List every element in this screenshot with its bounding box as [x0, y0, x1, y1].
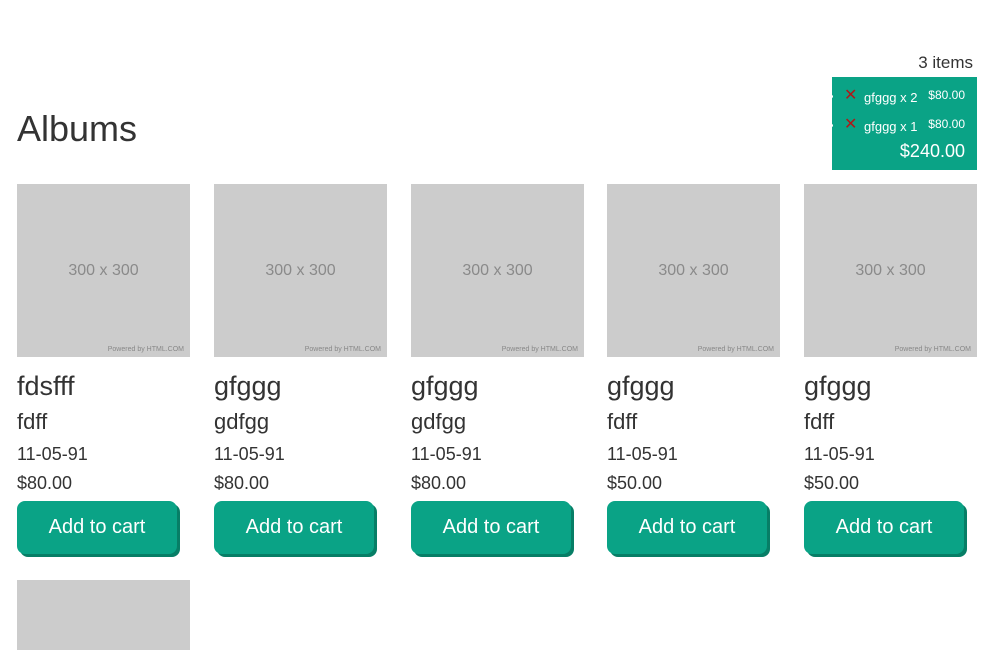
- album-price: $50.00: [804, 473, 860, 493]
- placeholder-credit: Powered by HTML.COM: [697, 346, 774, 353]
- album-card: 300 x 300 Powered by HTML.COM gfggg fdff…: [607, 184, 780, 554]
- album-cover-placeholder[interactable]: 300 x 300 Powered by HTML.COM: [804, 184, 977, 357]
- bullet-icon: [830, 124, 833, 127]
- album-cover-placeholder[interactable]: 300 x 300 Powered by HTML.COM: [214, 184, 387, 357]
- add-to-cart-button[interactable]: Add to cart: [411, 501, 571, 554]
- remove-item-icon[interactable]: ✕: [844, 86, 857, 106]
- cart-line-price: $80.00: [928, 117, 965, 131]
- album-title: fdsfff: [17, 371, 75, 401]
- album-cover-placeholder[interactable]: 300 x 300 Powered by HTML.COM: [17, 184, 190, 357]
- album-price: $80.00: [411, 473, 467, 493]
- placeholder-size-text: 300 x 300: [658, 262, 729, 279]
- placeholder-credit: Powered by HTML.COM: [107, 346, 184, 353]
- album-date: 11-05-91: [17, 444, 88, 464]
- album-artist: gdfgg: [214, 409, 270, 434]
- album-cover-placeholder[interactable]: 300 x 300 Powered by HTML.COM: [607, 184, 780, 357]
- placeholder-credit: Powered by HTML.COM: [501, 346, 578, 353]
- cart-line-name: gfggg x 1: [864, 119, 918, 134]
- album-cover-placeholder[interactable]: [17, 580, 190, 650]
- album-date: 11-05-91: [607, 444, 678, 464]
- album-price: $50.00: [607, 473, 663, 493]
- cart-item-count: 3 items: [918, 53, 973, 72]
- add-to-cart-button[interactable]: Add to cart: [214, 501, 374, 554]
- cart-summary-panel: ✕ gfggg x 2 $80.00 ✕ gfggg x 1 $80.00 $2…: [830, 77, 977, 170]
- album-card: 300 x 300 Powered by HTML.COM gfggg gdfg…: [214, 184, 387, 554]
- page: 3 items ✕ gfggg x 2 $80.00 ✕ gfggg x 1 $…: [0, 0, 993, 650]
- album-artist: fdff: [17, 409, 48, 434]
- album-date: 11-05-91: [214, 444, 285, 464]
- bullet-icon: [830, 95, 833, 98]
- album-date: 11-05-91: [804, 444, 875, 464]
- album-artist: fdff: [607, 409, 638, 434]
- album-title: gfggg: [607, 371, 675, 401]
- album-date: 11-05-91: [411, 444, 482, 464]
- cart-line: ✕ gfggg x 2 $80.00: [830, 86, 977, 108]
- album-card: 300 x 300 Powered by HTML.COM fdsfff fdf…: [17, 184, 190, 554]
- album-title: gfggg: [214, 371, 282, 401]
- album-card: 300 x 300 Powered by HTML.COM gfggg gdfg…: [411, 184, 584, 554]
- album-title: gfggg: [804, 371, 872, 401]
- page-title: Albums: [17, 108, 138, 149]
- cart-line-price: $80.00: [928, 88, 965, 102]
- album-card: 300 x 300 Powered by HTML.COM gfggg fdff…: [804, 184, 977, 554]
- album-price: $80.00: [214, 473, 270, 493]
- add-to-cart-button[interactable]: Add to cart: [17, 501, 177, 554]
- cart-line-name: gfggg x 2: [864, 90, 918, 105]
- placeholder-credit: Powered by HTML.COM: [894, 346, 971, 353]
- placeholder-size-text: 300 x 300: [68, 262, 139, 279]
- add-to-cart-button[interactable]: Add to cart: [804, 501, 964, 554]
- placeholder-credit: Powered by HTML.COM: [304, 346, 381, 353]
- album-cover-placeholder[interactable]: 300 x 300 Powered by HTML.COM: [411, 184, 584, 357]
- album-artist: fdff: [804, 409, 835, 434]
- cart-line: ✕ gfggg x 1 $80.00: [830, 115, 977, 137]
- placeholder-size-text: 300 x 300: [265, 262, 336, 279]
- add-to-cart-button[interactable]: Add to cart: [607, 501, 767, 554]
- placeholder-size-text: 300 x 300: [855, 262, 926, 279]
- album-title: gfggg: [411, 371, 479, 401]
- album-price: $80.00: [17, 473, 73, 493]
- cart-total: $240.00: [899, 141, 965, 161]
- placeholder-size-text: 300 x 300: [462, 262, 533, 279]
- album-artist: gdfgg: [411, 409, 467, 434]
- remove-item-icon[interactable]: ✕: [844, 115, 857, 135]
